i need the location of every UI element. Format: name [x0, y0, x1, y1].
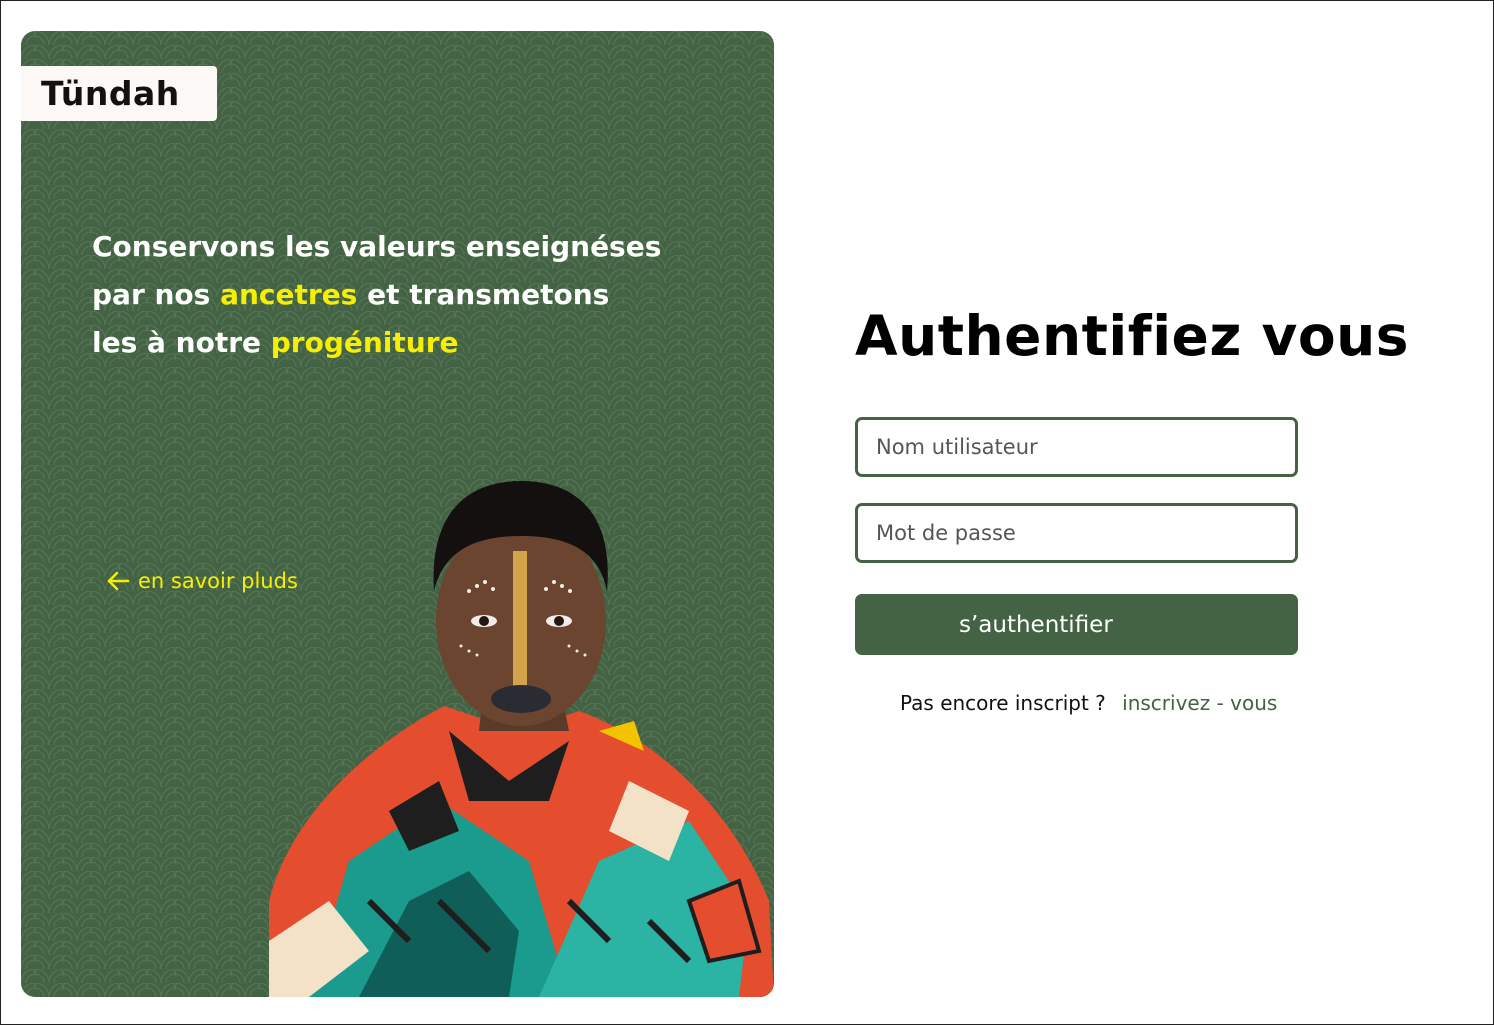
- tagline-text: et transmetons: [357, 278, 610, 311]
- tagline-text: par nos: [92, 278, 221, 311]
- arrow-left-icon: [107, 571, 130, 591]
- tagline-text: Conservons les valeurs enseignéses: [92, 230, 662, 263]
- login-button[interactable]: s’authentifier: [855, 594, 1298, 655]
- hero-panel: Tündah Conservons les valeurs enseignése…: [21, 31, 774, 997]
- tagline-line-1: Conservons les valeurs enseignéses: [92, 223, 712, 271]
- signup-row: Pas encore inscript ? inscrivez - vous: [900, 691, 1277, 715]
- logo-text: Tündah: [41, 74, 180, 113]
- logo[interactable]: Tündah: [21, 66, 217, 121]
- tagline-highlight-ancetres: ancetres: [220, 278, 358, 311]
- hero-tagline: Conservons les valeurs enseignéses par n…: [92, 223, 712, 367]
- tagline-line-3: les à notre progéniture: [92, 319, 712, 367]
- page-frame: Tündah Conservons les valeurs enseignése…: [0, 0, 1494, 1025]
- auth-title: Authentifiez vous: [855, 304, 1410, 368]
- tagline-line-2: par nos ancetres et transmetons: [92, 271, 712, 319]
- tagline-text: les à notre: [92, 326, 271, 359]
- username-input[interactable]: [855, 417, 1298, 477]
- signup-link[interactable]: inscrivez - vous: [1122, 691, 1277, 715]
- tagline-highlight-progeniture: progéniture: [270, 326, 459, 359]
- portrait-image: [269, 481, 774, 997]
- signup-prompt: Pas encore inscript ?: [900, 691, 1106, 715]
- password-input[interactable]: [855, 503, 1298, 563]
